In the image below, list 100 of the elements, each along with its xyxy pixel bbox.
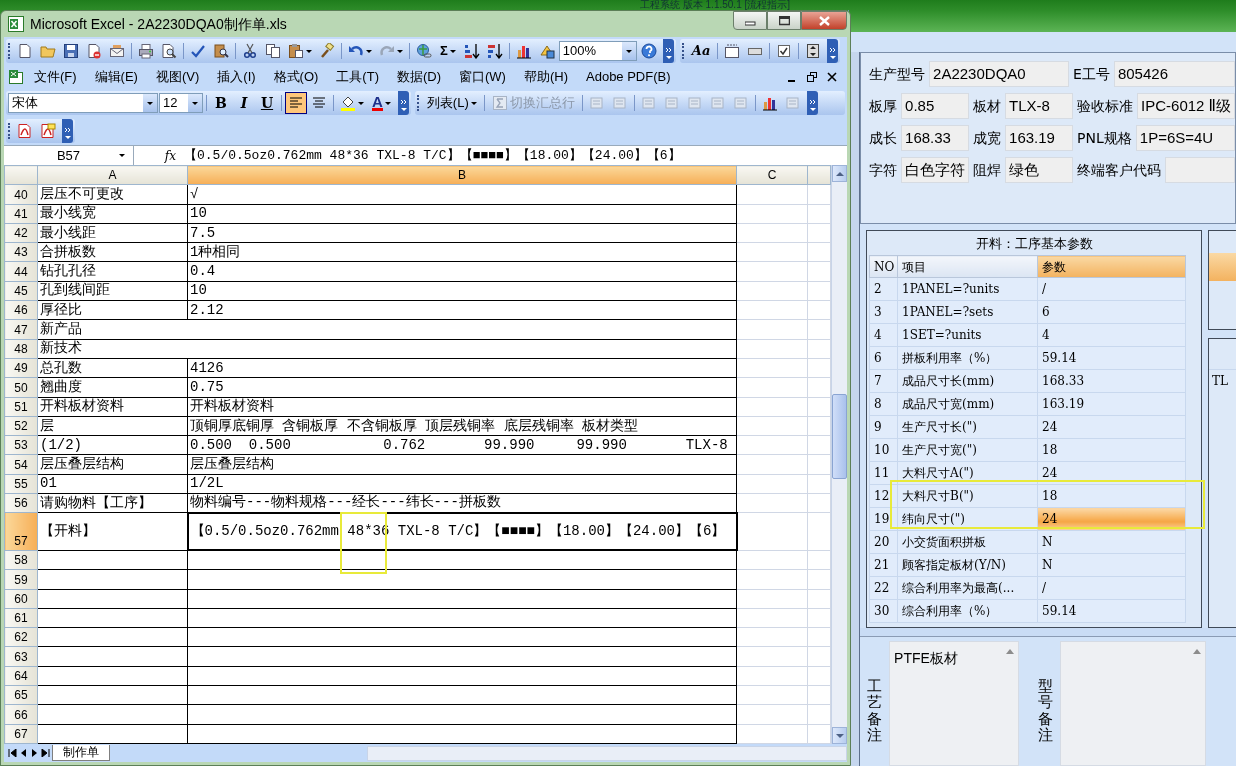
- input-field[interactable]: [1165, 157, 1235, 183]
- print-preview-icon: [161, 43, 177, 59]
- font-style-button[interactable]: Aa: [687, 40, 715, 62]
- autosum-button[interactable]: Σ: [436, 40, 460, 62]
- toolbar-options-icon[interactable]: [828, 46, 838, 60]
- field-label: 验收标准: [1077, 96, 1134, 116]
- underline-button[interactable]: U: [256, 92, 278, 114]
- input-field[interactable]: 2A2230DQA0: [929, 61, 1070, 87]
- table-cell: 01: [37, 474, 188, 494]
- list-menu-button[interactable]: 列表(L): [422, 92, 481, 114]
- menu-item[interactable]: Adobe PDF(B): [578, 66, 679, 88]
- sort-descending-icon: [486, 43, 503, 59]
- menu-item[interactable]: 工具(T): [328, 66, 387, 88]
- table-cell[interactable]: 59.14: [1037, 599, 1186, 623]
- text-area[interactable]: PTFE板材: [889, 641, 1020, 766]
- table-cell: 拼板利用率（%）: [897, 346, 1038, 370]
- toolbar-options-icon[interactable]: [398, 98, 408, 112]
- italic-button[interactable]: I: [233, 92, 255, 114]
- menu-item[interactable]: 插入(I): [209, 66, 264, 88]
- close-icon[interactable]: [827, 72, 837, 82]
- paste-icon: [288, 43, 304, 59]
- column-header[interactable]: 项目: [897, 255, 1038, 278]
- close-button[interactable]: [801, 11, 847, 30]
- last-sheet-icon[interactable]: [41, 749, 50, 757]
- table-cell: 顶铜厚底铜厚 含铜板厚 不含铜板厚 顶层残铜率 底层残铜率 板材类型: [187, 416, 737, 436]
- table-cell[interactable]: 163.19: [1037, 392, 1186, 416]
- bold-button[interactable]: B: [210, 92, 232, 114]
- field-label: 终端客户代码: [1077, 160, 1162, 180]
- horizontal-scrollbar[interactable]: [367, 745, 847, 761]
- first-sheet-icon[interactable]: [8, 749, 17, 757]
- column-header[interactable]: NO: [869, 255, 898, 278]
- row-header[interactable]: 57: [4, 512, 38, 551]
- caret-icon: [119, 154, 125, 157]
- input-field[interactable]: 805426: [1113, 61, 1235, 87]
- scroll-up-icon[interactable]: [1193, 648, 1202, 654]
- toolbar-options-icon[interactable]: [807, 98, 817, 112]
- table-cell[interactable]: N: [1037, 530, 1186, 554]
- table-cell: 9: [869, 415, 898, 439]
- scroll-down-icon[interactable]: [835, 732, 844, 739]
- table-cell: 4: [869, 323, 898, 347]
- menu-item[interactable]: 帮助(H): [515, 66, 576, 88]
- column-header[interactable]: 参数: [1037, 255, 1186, 278]
- column-header[interactable]: C: [736, 165, 808, 185]
- menu-item[interactable]: 文件(F): [26, 66, 85, 88]
- input-field[interactable]: IPC-6012 Ⅱ级: [1137, 93, 1235, 119]
- column-header[interactable]: A: [37, 165, 188, 185]
- permission-icon: [86, 43, 102, 59]
- menu-item[interactable]: 视图(V): [147, 66, 208, 88]
- insert-function-button[interactable]: fx: [134, 146, 184, 165]
- toolbar-options-icon[interactable]: [63, 126, 72, 140]
- previous-sheet-icon[interactable]: [19, 749, 28, 757]
- minimize-button[interactable]: [733, 11, 767, 30]
- table-cell[interactable]: 168.33: [1037, 369, 1186, 393]
- input-field[interactable]: 绿色: [1005, 157, 1074, 183]
- font-color-button[interactable]: A: [368, 92, 395, 114]
- align-left-button[interactable]: [285, 92, 307, 114]
- table-cell[interactable]: 6: [1037, 300, 1186, 324]
- table-cell[interactable]: N: [1037, 553, 1186, 577]
- text-box-icon: [724, 43, 741, 59]
- input-field[interactable]: 168.33: [901, 125, 970, 151]
- maximize-icon: [778, 15, 790, 26]
- input-field[interactable]: 1P=6S=4U: [1135, 125, 1235, 151]
- menu-item[interactable]: 窗口(W): [451, 66, 514, 88]
- workbook-icon[interactable]: [8, 69, 24, 85]
- maximize-button[interactable]: [767, 11, 801, 30]
- formula-field[interactable]: 【0.5/0.5oz0.762mm 48*36 TXL-8 T/C】【■■■■】【18.00】【24.00】【6】: [184, 145, 681, 166]
- input-field[interactable]: 163.19: [1005, 125, 1074, 151]
- font-dropdown[interactable]: 宋体: [8, 93, 158, 113]
- scroll-up-icon[interactable]: [1006, 648, 1015, 654]
- input-field[interactable]: 0.85: [901, 93, 970, 119]
- toolbar-options-icon[interactable]: [663, 46, 673, 60]
- table-cell[interactable]: 4: [1037, 323, 1186, 347]
- menu-item[interactable]: 格式(O): [265, 66, 327, 88]
- spelling-icon: [190, 43, 206, 59]
- menu-item[interactable]: 编辑(E): [86, 66, 146, 88]
- table-cell[interactable]: /: [1037, 277, 1186, 301]
- zoom-dropdown[interactable]: 100%: [558, 41, 637, 61]
- scroll-up-icon[interactable]: [835, 170, 844, 177]
- table-cell: 大料尺寸B("): [897, 484, 1038, 508]
- table-cell[interactable]: 18: [1037, 438, 1186, 462]
- field-label: 板材: [973, 96, 1002, 116]
- restore-icon[interactable]: [807, 72, 817, 82]
- table-cell: 成品尺寸长(mm): [897, 369, 1038, 393]
- font-size-dropdown[interactable]: 12: [159, 93, 203, 113]
- menu-item[interactable]: 数据(D): [388, 66, 449, 88]
- scroll-thumb[interactable]: [832, 394, 847, 479]
- vertical-scrollbar[interactable]: [831, 165, 847, 744]
- pdf-comment-icon: [40, 123, 56, 139]
- next-sheet-icon[interactable]: [30, 749, 39, 757]
- table-cell[interactable]: 24: [1037, 415, 1186, 439]
- table-cell: 6: [869, 346, 898, 370]
- table-cell[interactable]: /: [1037, 576, 1186, 600]
- column-header[interactable]: B: [187, 165, 737, 185]
- input-field[interactable]: TLX-8: [1005, 93, 1074, 119]
- table-cell[interactable]: 18: [1037, 484, 1186, 508]
- email-icon: [109, 43, 125, 59]
- input-field[interactable]: 白色字符: [901, 157, 970, 183]
- table-cell: 1/2L: [187, 474, 737, 494]
- sheet-tab[interactable]: 制作单: [52, 745, 110, 761]
- table-cell[interactable]: 59.14: [1037, 346, 1186, 370]
